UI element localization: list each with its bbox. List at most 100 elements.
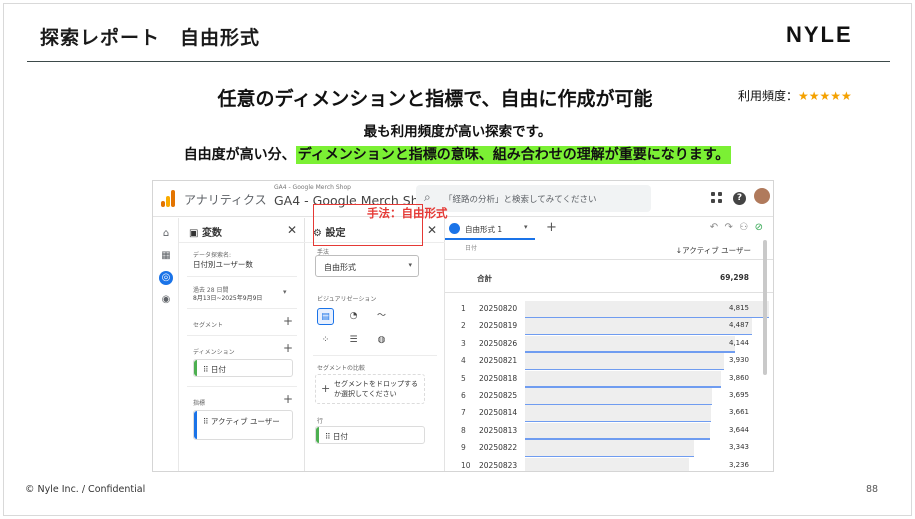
date-range-value[interactable]: 8月13日~2025年9月9日 xyxy=(193,293,262,302)
visualization-label: ビジュアリゼーション xyxy=(317,296,377,303)
geo-viz-icon[interactable]: ◍ xyxy=(373,332,390,349)
share-user-icon[interactable]: ⚇ xyxy=(739,222,748,233)
segments-label: セグメント xyxy=(193,322,224,329)
data-table: 日付 ↓アクティブ ユーザー 合計 69,298 1 20250820 4,815 2… xyxy=(445,240,773,471)
row-bar-fill xyxy=(525,353,724,370)
redo-icon[interactable]: ↷ xyxy=(725,222,733,233)
add-metric-button[interactable]: + xyxy=(283,392,293,406)
line-viz-icon[interactable]: 〜 xyxy=(373,308,390,325)
table-viz-icon[interactable]: ▤ xyxy=(317,308,334,325)
row-index: 4 xyxy=(461,356,466,366)
home-icon[interactable]: ⌂ xyxy=(159,227,173,241)
table-row[interactable]: 9 20250822 3,343 xyxy=(445,439,773,458)
total-value: 69,298 xyxy=(720,273,749,282)
donut-viz-icon[interactable]: ◔ xyxy=(345,308,362,325)
subheading-2-highlight: ディメンションと指標の意味、組み合わせの理解が重要になります。 xyxy=(295,146,732,164)
table-scrollbar[interactable] xyxy=(763,240,767,375)
search-input[interactable]: ⌕ 「経路の分析」と検索してみてください xyxy=(416,185,651,212)
row-date: 20250819 xyxy=(479,321,518,331)
add-dimension-button[interactable]: + xyxy=(283,341,293,355)
help-icon[interactable]: ? xyxy=(733,192,746,205)
row-chip-date[interactable]: ⠿ 日付 xyxy=(315,426,425,444)
settings-panel: ⚙ 設定 ✕ 手法 自由形式 ▾ ビジュアリゼーション ▤ ◔ 〜 ⁘ ☰ ◍ … xyxy=(305,218,445,471)
row-bar-fill xyxy=(525,440,694,457)
row-date: 20250825 xyxy=(479,391,518,400)
row-value: 3,661 xyxy=(728,408,749,417)
analytics-logo-icon[interactable] xyxy=(161,190,175,207)
tab-free-form-1[interactable]: 自由形式 1 ▾ xyxy=(445,218,535,240)
dimension-column-header[interactable]: 日付 xyxy=(465,243,477,252)
row-bar-fill xyxy=(525,405,711,422)
chevron-down-icon[interactable]: ▾ xyxy=(524,223,528,231)
table-row[interactable]: 2 20250819 4,487 xyxy=(445,317,773,336)
table-row[interactable]: 7 20250814 3,661 xyxy=(445,404,773,423)
metric-chip-active-users[interactable]: ⠿ アクティブ ユーザー xyxy=(193,410,293,440)
row-date: 20250826 xyxy=(479,338,518,348)
row-value: 3,236 xyxy=(728,460,749,469)
technique-select[interactable]: 自由形式 ▾ xyxy=(315,255,419,277)
row-bar-fill xyxy=(525,335,735,352)
ga4-topbar: アナリティクス GA4 - Google Merch Shop GA4 - Go… xyxy=(153,181,773,217)
chevron-down-icon: ▾ xyxy=(408,261,412,269)
metric-column-header[interactable]: ↓アクティブ ユーザー xyxy=(676,245,751,256)
apps-grid-icon[interactable] xyxy=(711,192,723,204)
search-placeholder: 「経路の分析」と検索してみてください xyxy=(444,195,597,205)
slide-title: 探索レポート 自由形式 xyxy=(40,27,261,49)
footer-copyright: © Nyle Inc. / Confidential xyxy=(25,484,146,495)
scatter-viz-icon[interactable]: ⁘ xyxy=(317,332,334,349)
row-value: 4,144 xyxy=(728,338,749,347)
metrics-label: 指標 xyxy=(193,400,206,407)
row-value: 3,644 xyxy=(728,425,749,434)
dimensions-label: ディメンション xyxy=(193,349,235,356)
table-row[interactable]: 8 20250813 3,644 xyxy=(445,422,773,440)
close-icon[interactable]: ✕ xyxy=(287,223,297,237)
table-row[interactable]: 1 20250820 4,815 xyxy=(445,300,773,318)
technique-annotation: 手法：自由形式 xyxy=(367,206,448,220)
explore-icon[interactable]: ◎ xyxy=(159,271,173,285)
row-index: 5 xyxy=(461,373,466,383)
row-index: 2 xyxy=(461,321,466,331)
table-row[interactable]: 10 20250823 3,236 xyxy=(445,457,773,471)
subheading-2-prefix: 自由度が高い分、 xyxy=(183,147,296,163)
row-index: 9 xyxy=(461,443,466,453)
undo-icon[interactable]: ↶ xyxy=(710,222,718,233)
exploration-name-input[interactable]: 日付別ユーザー数 xyxy=(193,259,253,270)
search-icon: ⌕ xyxy=(424,190,431,204)
add-segment-button[interactable]: + xyxy=(283,314,293,328)
segment-drop-zone[interactable]: + セグメントをドロップするか選択してください xyxy=(315,374,425,404)
ga4-screenshot: アナリティクス GA4 - Google Merch Shop GA4 - Go… xyxy=(152,180,774,472)
row-index: 10 xyxy=(461,460,471,470)
date-range-caret-icon[interactable]: ▾ xyxy=(283,288,287,296)
row-index: 6 xyxy=(461,391,466,400)
table-row[interactable]: 5 20250818 3,860 xyxy=(445,370,773,388)
row-index: 1 xyxy=(461,304,466,313)
close-icon[interactable]: ✕ xyxy=(427,223,437,237)
reports-icon[interactable]: ▦ xyxy=(159,249,173,263)
row-bar-fill xyxy=(525,422,710,439)
row-value: 3,860 xyxy=(728,373,749,382)
row-bar-fill xyxy=(525,388,712,404)
left-nav-rail: ⌂ ▦ ◎ ◉ xyxy=(153,218,179,471)
row-value: 3,930 xyxy=(728,356,749,365)
table-row[interactable]: 6 20250825 3,695 xyxy=(445,387,773,405)
add-tab-button[interactable]: + xyxy=(546,220,557,235)
tab-bar: 自由形式 1 ▾ + ↶ ↷ ⚇ ⊘ xyxy=(445,218,773,240)
row-date: 20250813 xyxy=(479,425,518,435)
table-row[interactable]: 4 20250821 3,930 xyxy=(445,352,773,371)
advertising-icon[interactable]: ◉ xyxy=(159,293,173,307)
account-path[interactable]: GA4 - Google Merch Shop xyxy=(274,184,351,191)
technique-value: 自由形式 xyxy=(324,263,356,272)
bar-viz-icon[interactable]: ☰ xyxy=(345,332,362,349)
row-value: 4,487 xyxy=(728,321,749,330)
variables-panel: ▣ 変数 ✕ データ探索名: 日付別ユーザー数 過去 28 日間 8月13日~2… xyxy=(179,218,305,471)
row-value: 4,815 xyxy=(728,304,749,312)
avatar[interactable] xyxy=(754,188,770,204)
row-bar-fill xyxy=(525,318,752,335)
status-check-icon[interactable]: ⊘ xyxy=(755,222,763,233)
row-date: 20250820 xyxy=(479,304,518,313)
dimension-chip-date[interactable]: ⠿ 日付 xyxy=(193,359,293,377)
rows-label: 行 xyxy=(317,418,324,425)
row-date: 20250818 xyxy=(479,373,518,383)
table-row[interactable]: 3 20250826 4,144 xyxy=(445,335,773,353)
row-bar-fill xyxy=(525,457,689,471)
